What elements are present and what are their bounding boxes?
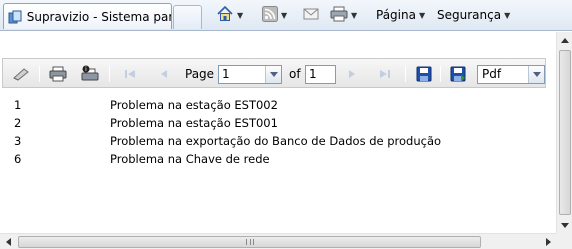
row-id: 1 (14, 98, 22, 112)
horizontal-scroll-thumb[interactable] (18, 236, 481, 248)
home-dropdown-arrow-icon[interactable]: ▼ (237, 11, 243, 20)
page-number-value: 1 (222, 67, 230, 81)
menu-seguranca[interactable]: Segurança ▼ (437, 4, 510, 26)
feeds-dropdown-arrow-icon[interactable]: ▼ (281, 11, 287, 20)
next-page-icon[interactable] (343, 65, 361, 83)
first-page-icon[interactable] (121, 65, 139, 83)
page-label: Page (185, 67, 215, 81)
row-id: 2 (14, 116, 22, 130)
previous-page-icon[interactable] (155, 65, 173, 83)
vertical-scrollbar[interactable] (556, 32, 572, 233)
page-content: i Page 1 of 1 Pdf 1 Problema na estação … (0, 32, 572, 233)
export-format-select[interactable]: Pdf (477, 65, 545, 84)
row-description: Problema na Chave de rede (110, 152, 270, 166)
row-id: 6 (14, 152, 22, 166)
chevron-down-icon[interactable] (265, 66, 281, 83)
chevron-down-icon[interactable] (528, 66, 544, 83)
save-icon[interactable] (415, 65, 433, 83)
export-icon[interactable] (449, 65, 467, 83)
row-id: 3 (14, 134, 22, 148)
browser-tab[interactable]: Supravizio - Sistema par... (3, 3, 172, 29)
scroll-left-icon[interactable] (0, 234, 16, 249)
feeds-button[interactable]: ▼ (262, 4, 287, 26)
toolbar-separator (405, 66, 406, 82)
row-description: Problema na estação EST002 (110, 98, 278, 112)
of-label: of (289, 67, 301, 81)
scroll-right-icon[interactable] (540, 234, 556, 249)
toolbar-separator (440, 66, 441, 82)
feeds-icon (262, 5, 278, 25)
mail-button[interactable] (303, 4, 319, 26)
toolbar-separator (39, 66, 40, 82)
total-pages-field: 1 (305, 65, 336, 84)
print-icon (330, 6, 348, 25)
scroll-up-icon[interactable] (557, 32, 572, 48)
row-description: Problema na exportação do Banco de Dados… (110, 134, 442, 148)
browser-command-bar: Supravizio - Sistema par... ▼ ▼ ▼ Página… (0, 0, 572, 31)
vertical-scroll-thumb[interactable] (559, 50, 571, 215)
scroll-grip-icon (245, 239, 254, 245)
home-icon (216, 5, 234, 26)
home-button[interactable]: ▼ (216, 4, 243, 26)
horizontal-scrollbar[interactable] (0, 233, 556, 249)
page-favicon-icon (8, 9, 23, 25)
last-page-icon[interactable] (376, 65, 394, 83)
report-viewer-toolbar: i Page 1 of 1 Pdf (2, 58, 546, 88)
print-report-icon[interactable] (49, 65, 67, 83)
print-dropdown-arrow-icon[interactable]: ▼ (351, 11, 357, 20)
row-description: Problema na estação EST001 (110, 116, 278, 130)
document-map-icon[interactable] (12, 65, 30, 83)
menu-pagina[interactable]: Página ▼ (376, 4, 425, 26)
toolbar-separator (109, 66, 110, 82)
menu-seguranca-label: Segurança (437, 8, 502, 22)
export-format-value: Pdf (482, 67, 502, 81)
menu-pagina-label: Página (376, 8, 416, 22)
mail-icon (303, 7, 319, 24)
scrollbar-corner (556, 233, 572, 249)
tab-title: Supravizio - Sistema par... (26, 9, 171, 24)
page-number-select[interactable]: 1 (218, 65, 282, 84)
chevron-down-icon: ▼ (504, 10, 511, 20)
new-tab-button[interactable] (173, 5, 202, 29)
chevron-down-icon: ▼ (418, 10, 426, 20)
total-pages-value: 1 (309, 67, 317, 81)
print-button[interactable]: ▼ (330, 4, 357, 26)
print-setup-icon[interactable]: i (81, 65, 99, 83)
scroll-down-icon[interactable] (557, 217, 572, 233)
